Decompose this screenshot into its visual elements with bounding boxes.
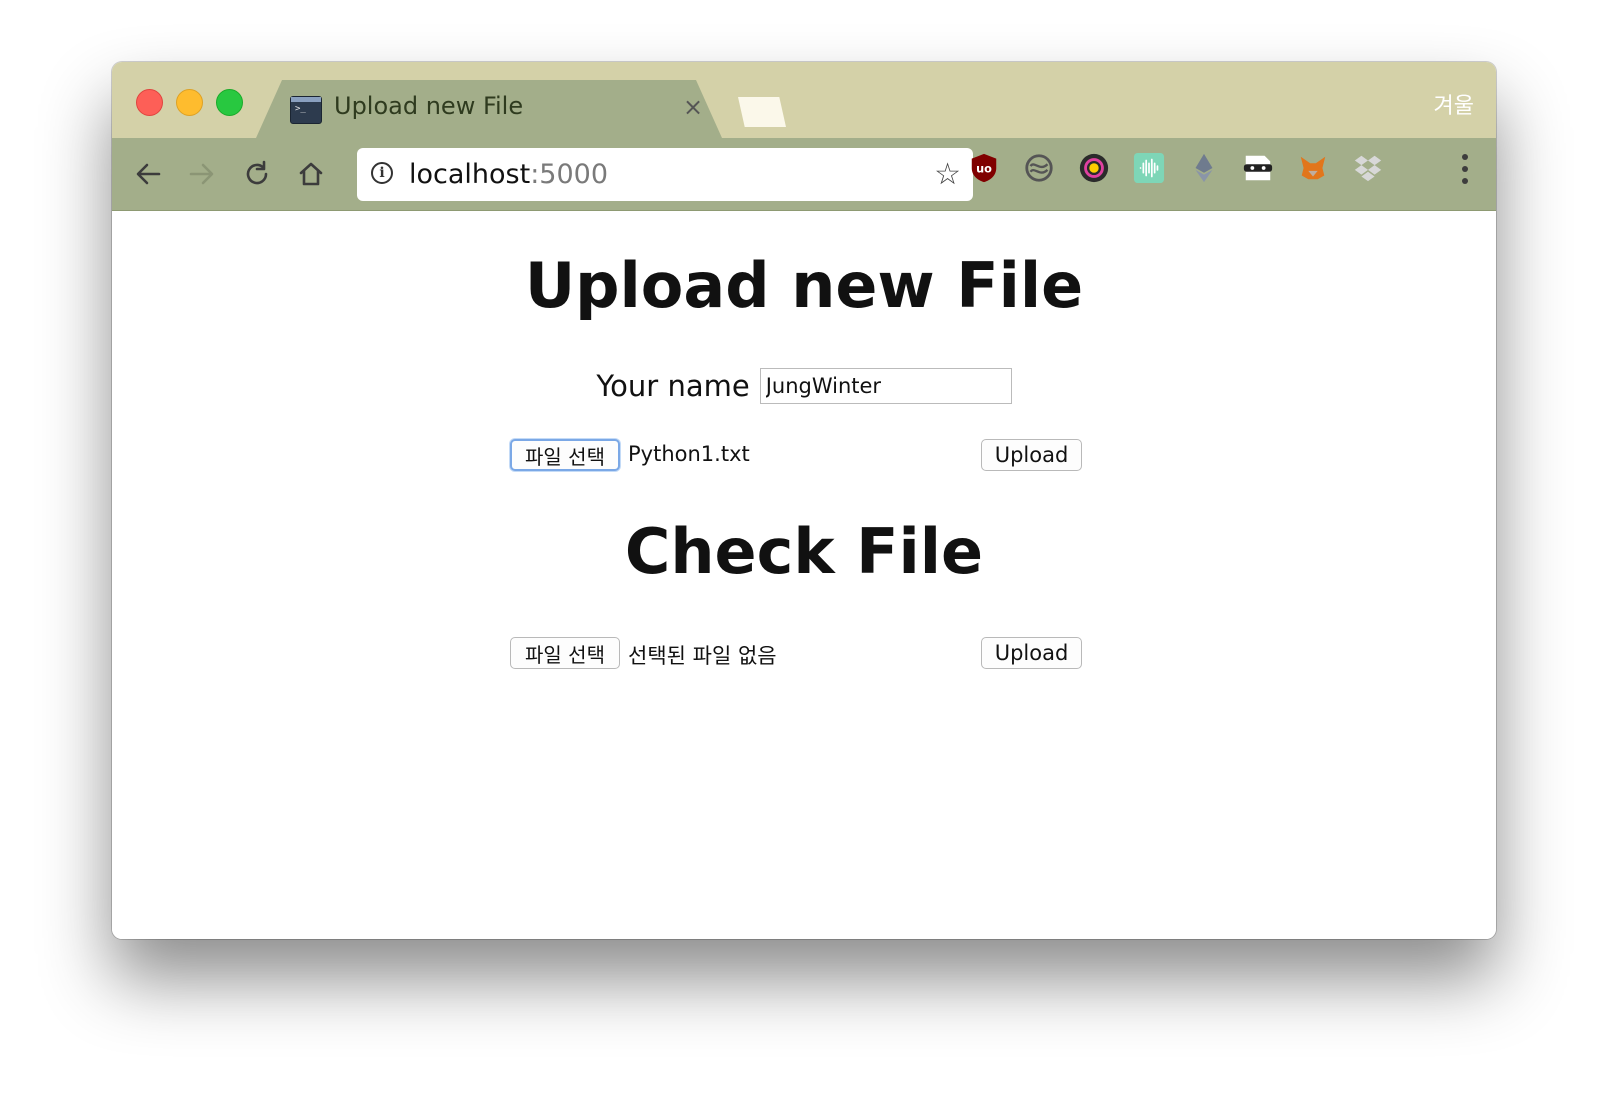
- check-file-name: 선택된 파일 없음: [628, 644, 777, 668]
- audio-icon[interactable]: [1132, 151, 1166, 185]
- minimize-window-button[interactable]: [176, 89, 203, 116]
- svg-text:uo: uo: [976, 163, 992, 176]
- browser-toolbar: i localhost:5000 ☆ uo: [112, 138, 1496, 211]
- bookmark-star-icon[interactable]: ☆: [934, 157, 961, 192]
- tab-close-icon[interactable]: ×: [683, 93, 703, 121]
- forward-arrow-icon[interactable]: [184, 156, 220, 192]
- metamask-icon[interactable]: [1296, 151, 1330, 185]
- upload-heading: Upload new File: [524, 249, 1084, 322]
- info-icon[interactable]: i: [371, 162, 393, 184]
- maximize-window-button[interactable]: [216, 89, 243, 116]
- selected-file-name: Python1.txt: [628, 442, 750, 466]
- check-choose-file-button[interactable]: 파일 선택: [510, 637, 620, 669]
- name-label: Your name: [596, 369, 750, 403]
- back-arrow-icon[interactable]: [130, 156, 166, 192]
- check-heading: Check File: [624, 515, 984, 588]
- url-port: :5000: [530, 159, 609, 190]
- page-content: Upload new File Your name 파일 선택 Python1.…: [112, 211, 1496, 939]
- dropbox-icon[interactable]: [1351, 151, 1385, 185]
- url-text[interactable]: localhost:5000: [409, 159, 608, 190]
- choose-file-button[interactable]: 파일 선택: [510, 439, 620, 471]
- address-bar[interactable]: i localhost:5000 ☆: [357, 148, 973, 201]
- url-host: localhost: [409, 159, 531, 190]
- ethereum-icon[interactable]: [1187, 151, 1221, 185]
- close-window-button[interactable]: [136, 89, 163, 116]
- check-upload-button[interactable]: Upload: [981, 637, 1082, 669]
- upload-file-row: 파일 선택 Python1.txt Upload: [510, 439, 1086, 473]
- new-tab-button[interactable]: [738, 97, 786, 127]
- profile-name[interactable]: 겨울: [1434, 88, 1474, 120]
- ublock-origin-icon[interactable]: uo: [967, 151, 1001, 185]
- terminal-favicon-icon: [290, 96, 322, 124]
- check-file-row: 파일 선택 선택된 파일 없음 Upload: [510, 637, 1086, 671]
- incognito-mask-icon[interactable]: [1241, 151, 1275, 185]
- sync-icon[interactable]: [1022, 151, 1056, 185]
- name-row: Your name: [112, 368, 1496, 404]
- title-bar: Upload new File × 겨울: [112, 62, 1496, 138]
- browser-window: Upload new File × 겨울 i localhost:5000 ☆ …: [112, 62, 1496, 939]
- home-icon[interactable]: [293, 156, 329, 192]
- menu-dots-icon[interactable]: [1460, 154, 1470, 190]
- reload-icon[interactable]: [239, 156, 275, 192]
- name-input[interactable]: [759, 368, 1012, 404]
- color-picker-icon[interactable]: [1077, 151, 1111, 185]
- tab-title: Upload new File: [334, 92, 524, 120]
- upload-button[interactable]: Upload: [981, 439, 1082, 471]
